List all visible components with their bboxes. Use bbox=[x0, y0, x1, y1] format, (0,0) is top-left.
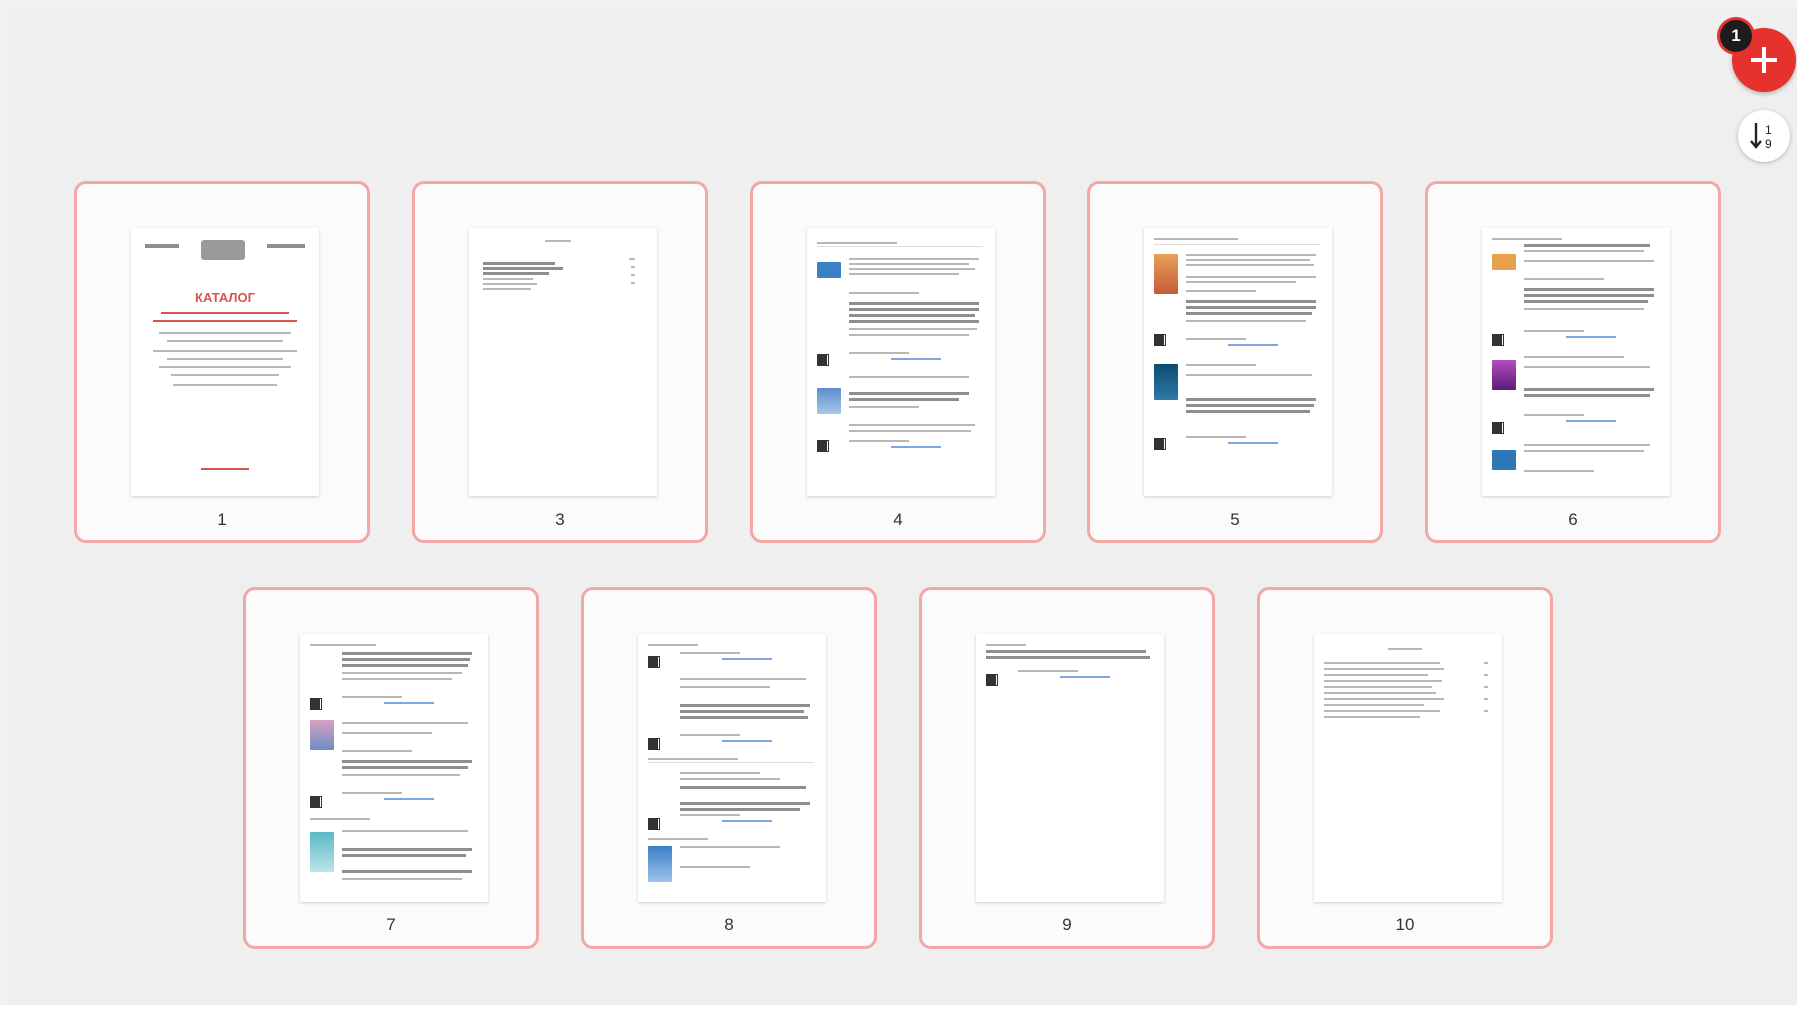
page-card[interactable]: КАТАЛОГ 1 bbox=[74, 181, 370, 543]
page-number: 4 bbox=[893, 510, 903, 529]
page-number: 9 bbox=[1062, 915, 1072, 934]
page-number: 8 bbox=[724, 915, 734, 934]
page-card[interactable]: 6 bbox=[1425, 181, 1721, 543]
page-thumbnail bbox=[300, 634, 488, 902]
page-number: 3 bbox=[555, 510, 565, 529]
page-thumbnail: КАТАЛОГ bbox=[131, 228, 319, 496]
plus-icon bbox=[1751, 47, 1777, 73]
bottom-bar bbox=[0, 1005, 1797, 1015]
page-thumbnail bbox=[1314, 634, 1502, 902]
page-card[interactable]: 5 bbox=[1087, 181, 1383, 543]
page-number: 7 bbox=[386, 915, 396, 934]
page-number: 10 bbox=[1395, 915, 1415, 934]
page-number: 5 bbox=[1230, 510, 1240, 529]
page-card[interactable]: 4 bbox=[750, 181, 1046, 543]
cover-title: КАТАЛОГ bbox=[195, 290, 255, 305]
page-thumbnail bbox=[1144, 228, 1332, 496]
page-thumbnail bbox=[1482, 228, 1670, 496]
page-card[interactable]: 8 bbox=[581, 587, 877, 949]
sort-button[interactable]: 1 9 bbox=[1738, 110, 1790, 162]
page-card[interactable]: 9 bbox=[919, 587, 1215, 949]
page-number: 1 bbox=[217, 510, 227, 529]
svg-text:1: 1 bbox=[1765, 123, 1772, 137]
page-thumbnail bbox=[976, 634, 1164, 902]
page-card[interactable]: 7 bbox=[243, 587, 539, 949]
file-count-badge: 1 bbox=[1720, 20, 1752, 52]
sort-numeric-icon: 1 9 bbox=[1750, 123, 1772, 151]
page-card[interactable]: 10 bbox=[1257, 587, 1553, 949]
page-thumbnail bbox=[807, 228, 995, 496]
page-number: 6 bbox=[1568, 510, 1578, 529]
page-thumbnail bbox=[638, 634, 826, 902]
page-thumbnail bbox=[469, 228, 657, 496]
page-card[interactable]: 3 bbox=[412, 181, 708, 543]
svg-text:9: 9 bbox=[1765, 137, 1772, 151]
